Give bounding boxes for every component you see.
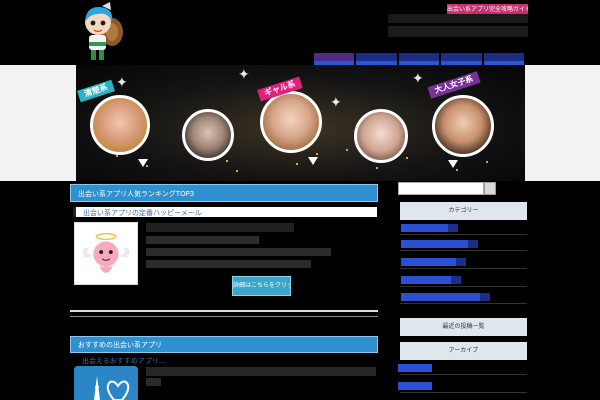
sidebar-link-1[interactable] (401, 224, 458, 232)
photo-2[interactable] (182, 109, 234, 161)
nav-item-5[interactable] (483, 53, 525, 65)
entry-text-line (146, 236, 259, 244)
photo-seiso[interactable] (90, 95, 150, 155)
divider (70, 310, 378, 312)
divider (400, 392, 527, 393)
sidebar-heading-categories: カテゴリー (400, 202, 527, 220)
global-nav (314, 53, 525, 65)
photo-gyaru[interactable] (260, 91, 322, 153)
divider (400, 286, 527, 287)
divider (70, 316, 378, 317)
nav-item-4[interactable] (441, 53, 483, 65)
sparkle-icon: ✦ (330, 95, 342, 111)
sidebar-archive-link-2[interactable] (398, 382, 432, 390)
nav-item-1[interactable] (314, 53, 355, 65)
entry-rank-label (146, 223, 294, 232)
sidebar-link-4[interactable] (401, 276, 461, 284)
site-description (388, 26, 528, 37)
divider (400, 250, 527, 251)
hero-banner[interactable]: ✦ ✦ ✦ ✦ 清楚系 ギャル系 大人女子系 (76, 65, 525, 181)
bubble-tail (138, 159, 148, 167)
entry-text-line (146, 260, 311, 268)
nav-item-2[interactable] (356, 53, 398, 65)
divider (400, 303, 527, 304)
divider (400, 268, 527, 269)
sidebar-link-3[interactable] (401, 258, 466, 266)
divider (400, 234, 527, 235)
entry-text-line (146, 248, 331, 256)
site-title (388, 14, 528, 23)
mascot-character-icon (85, 2, 123, 60)
divider (400, 374, 527, 375)
sparkle-icon: ✦ (238, 67, 250, 83)
bubble-tail (308, 157, 318, 165)
photo-4[interactable] (354, 109, 408, 163)
sidebar-archive-link-1[interactable] (398, 364, 432, 372)
bubble-tail (448, 160, 458, 168)
section-recommend-title: おすすめの出会い系アプリ (78, 341, 162, 349)
entry-thumbnail-angel[interactable] (74, 222, 138, 285)
search-icon[interactable] (484, 182, 496, 195)
section-ranking-title: 出会い系アプリ人気ランキングTOP3 (78, 190, 195, 198)
nav-item-3[interactable] (398, 53, 440, 65)
search-input[interactable] (398, 182, 484, 195)
sparkle-icon: ✦ (116, 75, 128, 91)
entry2-title-link[interactable]: 出会えるおすすめアプリ… (82, 356, 166, 366)
entry2-text-line (146, 378, 161, 386)
sidebar-heading-archive: アーカイブ (400, 342, 527, 360)
sidebar-link-2[interactable] (401, 240, 478, 248)
app-icon-tower-heart[interactable] (74, 366, 138, 400)
entry2-text-line (146, 367, 376, 376)
sparkle-icon: ✦ (412, 71, 424, 87)
sidebar-link-5[interactable] (401, 293, 490, 301)
entry-title-link[interactable]: 出会い系アプリの定番ハッピーメール (83, 208, 202, 218)
category-label-otona[interactable]: 大人女子系 (427, 71, 481, 99)
photo-otona[interactable] (432, 95, 494, 157)
details-button[interactable]: 詳細はこちらをクリック (232, 276, 291, 296)
sidebar-heading-recent-posts: 最近の投稿一覧 (400, 318, 527, 336)
